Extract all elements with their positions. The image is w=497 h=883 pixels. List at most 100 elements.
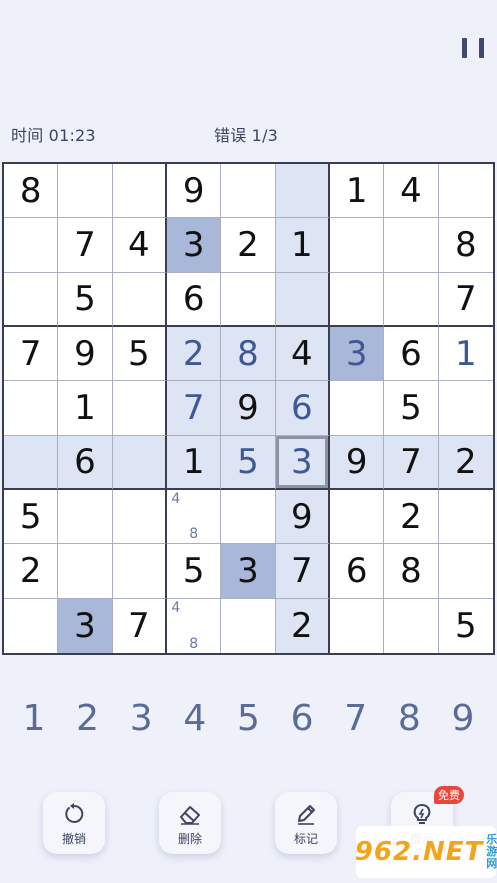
board-cell[interactable]: 1 (275, 218, 330, 273)
board-cell[interactable] (4, 272, 59, 327)
pause-button[interactable] (462, 38, 484, 58)
board-cell[interactable] (58, 489, 113, 545)
board-cell[interactable]: 1 (329, 164, 385, 219)
board-cell[interactable]: 7 (4, 326, 59, 382)
board-cell[interactable]: 3 (166, 218, 222, 273)
board-cell[interactable]: 6 (384, 326, 439, 382)
board-cell[interactable]: 2 (384, 489, 439, 545)
board-cell[interactable]: 2 (221, 218, 276, 273)
board-cell[interactable]: 4 (384, 164, 439, 219)
board-cell[interactable] (112, 435, 167, 490)
board-cell[interactable]: 5 (112, 326, 167, 382)
board-cell[interactable] (4, 218, 59, 273)
notes-button[interactable]: 标记 (275, 792, 337, 854)
board-cell[interactable] (112, 544, 167, 599)
board-cell[interactable]: 2 (4, 544, 59, 599)
board-cell[interactable] (275, 272, 330, 327)
board-cell[interactable]: 9 (221, 381, 276, 436)
board-cell[interactable]: 8 (384, 544, 439, 599)
board-cell[interactable] (384, 272, 439, 327)
given-digit: 5 (182, 550, 205, 591)
board-cell[interactable]: 5 (221, 435, 276, 490)
board-cell[interactable] (275, 164, 330, 219)
board-cell[interactable]: 1 (58, 381, 113, 436)
board-cell[interactable] (4, 435, 59, 490)
board-cell[interactable] (221, 489, 276, 545)
board-cell[interactable] (58, 544, 113, 599)
board-cell[interactable]: 7 (438, 272, 493, 327)
numpad-key-3[interactable]: 3 (117, 698, 165, 742)
board-cell[interactable]: 8 (4, 164, 59, 219)
board-cell[interactable] (329, 272, 385, 327)
board-cell[interactable]: 6 (275, 381, 330, 436)
board-cell[interactable]: 8 (221, 326, 276, 382)
board-cell[interactable]: 7 (58, 218, 113, 273)
board-cell[interactable] (384, 218, 439, 273)
board-cell[interactable] (112, 489, 167, 545)
board-cell[interactable] (438, 544, 493, 599)
board-cell[interactable]: 6 (329, 544, 385, 599)
board-cell[interactable] (329, 598, 385, 653)
board-cell[interactable]: 7 (275, 544, 330, 599)
board-cell[interactable]: 5 (4, 489, 59, 545)
board-cell[interactable]: 9 (275, 489, 330, 545)
board-cell[interactable] (221, 598, 276, 653)
board-cell[interactable] (384, 598, 439, 653)
board-cell[interactable]: 7 (384, 435, 439, 490)
board-cell[interactable]: 6 (58, 435, 113, 490)
undo-button[interactable]: 撤销 (43, 792, 105, 854)
board-cell[interactable] (438, 164, 493, 219)
board-cell[interactable]: 4 (275, 326, 330, 382)
numpad-key-1[interactable]: 1 (10, 698, 58, 742)
board-cell[interactable]: 6 (166, 272, 222, 327)
board-cell[interactable]: 8 (438, 218, 493, 273)
hint-free-badge: 免费 (434, 786, 464, 804)
board-cell[interactable] (438, 381, 493, 436)
board-cell[interactable] (438, 489, 493, 545)
board-cell[interactable] (329, 489, 385, 545)
numpad-key-9[interactable]: 9 (439, 698, 487, 742)
board-cell[interactable]: 48 (166, 489, 222, 545)
board-cell[interactable] (112, 272, 167, 327)
numpad-key-4[interactable]: 4 (171, 698, 219, 742)
board-cell[interactable]: 2 (166, 326, 222, 382)
numpad-key-7[interactable]: 7 (332, 698, 380, 742)
board-cell[interactable]: 3 (221, 544, 276, 599)
erase-button[interactable]: 删除 (159, 792, 221, 854)
board-cell[interactable]: 9 (166, 164, 222, 219)
given-digit: 4 (291, 333, 313, 374)
board-cell[interactable]: 1 (166, 435, 222, 490)
board-cell[interactable]: 2 (275, 598, 330, 653)
board-cell[interactable]: 5 (438, 598, 493, 653)
board-cell[interactable] (221, 272, 276, 327)
board-cell[interactable] (112, 381, 167, 436)
board-cell[interactable]: 7 (112, 598, 167, 653)
given-digit: 1 (182, 441, 205, 482)
board-cell[interactable]: 3 (275, 435, 330, 490)
board-cell[interactable] (329, 218, 385, 273)
board-cell[interactable]: 4 (112, 218, 167, 273)
board-cell[interactable] (4, 381, 59, 436)
board-cell[interactable]: 5 (384, 381, 439, 436)
numpad-key-2[interactable]: 2 (64, 698, 112, 742)
numpad-key-5[interactable]: 5 (225, 698, 273, 742)
given-digit: 5 (128, 333, 150, 374)
board-cell[interactable]: 2 (438, 435, 493, 490)
board-cell[interactable]: 1 (438, 326, 493, 382)
board-cell[interactable]: 9 (58, 326, 113, 382)
note-digit (167, 508, 185, 526)
board-cell[interactable]: 48 (166, 598, 222, 653)
board-cell[interactable]: 7 (166, 381, 222, 436)
board-cell[interactable] (58, 164, 113, 219)
board-cell[interactable]: 5 (58, 272, 113, 327)
numpad-key-8[interactable]: 8 (385, 698, 433, 742)
board-cell[interactable] (4, 598, 59, 653)
board-cell[interactable] (329, 381, 385, 436)
board-cell[interactable]: 5 (166, 544, 222, 599)
numpad-key-6[interactable]: 6 (278, 698, 326, 742)
board-cell[interactable]: 3 (58, 598, 113, 653)
board-cell[interactable]: 9 (329, 435, 385, 490)
board-cell[interactable] (221, 164, 276, 219)
board-cell[interactable]: 3 (329, 326, 385, 382)
board-cell[interactable] (112, 164, 167, 219)
